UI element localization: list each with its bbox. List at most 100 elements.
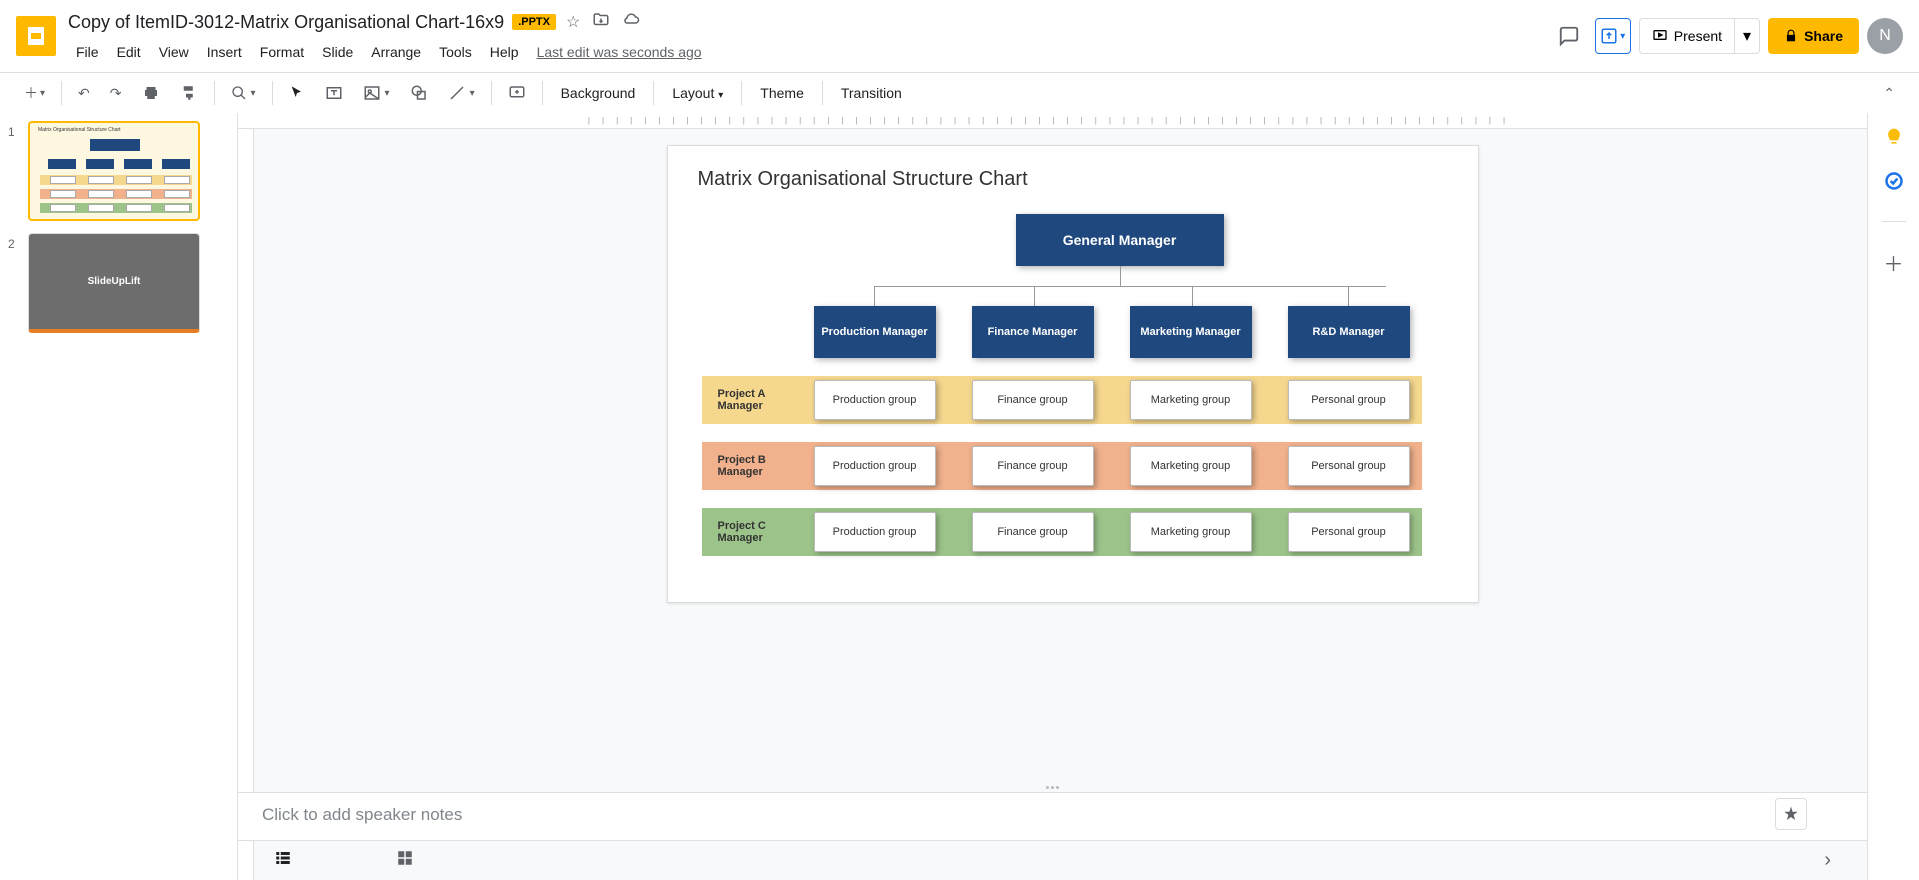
select-tool[interactable] bbox=[281, 81, 313, 105]
org-box-group[interactable]: Personal group bbox=[1288, 446, 1410, 486]
line-icon bbox=[448, 84, 466, 102]
chevron-down-icon: ▾ bbox=[40, 88, 45, 99]
menu-insert[interactable]: Insert bbox=[199, 40, 250, 64]
org-box-manager[interactable]: Finance Manager bbox=[972, 306, 1094, 358]
textbox-icon bbox=[325, 84, 343, 102]
plus-icon: ＋ bbox=[24, 83, 38, 103]
menu-format[interactable]: Format bbox=[252, 40, 312, 64]
star-icon[interactable]: ☆ bbox=[564, 10, 582, 34]
org-box-manager[interactable]: Production Manager bbox=[814, 306, 936, 358]
org-box-group[interactable]: Production group bbox=[814, 512, 936, 552]
org-box-group[interactable]: Personal group bbox=[1288, 512, 1410, 552]
connector-line bbox=[1192, 286, 1193, 306]
menu-help[interactable]: Help bbox=[482, 40, 527, 64]
thumb-label: SlideUpLift bbox=[88, 276, 141, 287]
chevron-down-icon: ▾ bbox=[385, 88, 390, 99]
org-box-group[interactable]: Personal group bbox=[1288, 380, 1410, 420]
paint-roller-icon bbox=[180, 84, 198, 102]
paint-format-button[interactable] bbox=[172, 80, 206, 106]
comments-button[interactable] bbox=[1551, 18, 1587, 54]
org-box-manager[interactable]: R&D Manager bbox=[1288, 306, 1410, 358]
document-title[interactable]: Copy of ItemID-3012-Matrix Organisationa… bbox=[68, 12, 504, 33]
slides-logo[interactable] bbox=[16, 16, 56, 56]
cloud-status-icon[interactable] bbox=[620, 9, 642, 36]
connector-line bbox=[874, 286, 1386, 287]
account-avatar[interactable]: N bbox=[1867, 18, 1903, 54]
keep-icon bbox=[1884, 127, 1904, 147]
textbox-tool[interactable] bbox=[317, 80, 351, 106]
undo-button[interactable]: ↶ bbox=[70, 81, 98, 106]
speaker-notes[interactable]: Click to add speaker notes bbox=[238, 792, 1867, 840]
menu-file[interactable]: File bbox=[68, 40, 107, 64]
shape-tool[interactable] bbox=[402, 80, 436, 106]
undo-icon: ↶ bbox=[78, 85, 90, 102]
new-slide-button[interactable]: ＋▾ bbox=[16, 79, 53, 107]
org-box-group[interactable]: Finance group bbox=[972, 512, 1094, 552]
connector-line bbox=[874, 286, 875, 306]
slide-thumbnail-2[interactable]: SlideUpLift bbox=[28, 233, 200, 333]
menu-tools[interactable]: Tools bbox=[431, 40, 480, 64]
expand-sidepanel-button[interactable]: › bbox=[1812, 843, 1843, 878]
layout-button[interactable]: Layout ▾ bbox=[662, 81, 733, 105]
add-comment-icon bbox=[508, 84, 526, 102]
connector-line bbox=[1034, 286, 1035, 306]
image-tool[interactable]: ▾ bbox=[355, 80, 398, 106]
org-box-group[interactable]: Marketing group bbox=[1130, 446, 1252, 486]
layout-label: Layout bbox=[672, 85, 714, 101]
chevron-down-icon: ▾ bbox=[1620, 31, 1625, 42]
menu-view[interactable]: View bbox=[151, 40, 197, 64]
speaker-notes-placeholder: Click to add speaker notes bbox=[262, 805, 462, 824]
slide-thumbnail-1[interactable]: Matrix Organisational Structure Chart bbox=[28, 121, 200, 221]
chevron-down-icon: ▾ bbox=[718, 90, 723, 101]
print-button[interactable] bbox=[134, 80, 168, 106]
thumb-number: 1 bbox=[8, 121, 28, 221]
ruler-vertical[interactable] bbox=[238, 129, 254, 880]
lock-icon bbox=[1784, 29, 1798, 43]
filmstrip-view-button[interactable] bbox=[262, 843, 304, 878]
grid-view-button[interactable] bbox=[384, 843, 426, 878]
present-dropdown[interactable]: ▾ bbox=[1734, 19, 1759, 53]
project-label: Project C Manager bbox=[702, 520, 798, 544]
org-box-group[interactable]: Marketing group bbox=[1130, 512, 1252, 552]
theme-button[interactable]: Theme bbox=[750, 81, 814, 105]
slide-canvas[interactable]: Matrix Organisational Structure Chart Ge… bbox=[667, 145, 1479, 603]
org-box-manager[interactable]: Marketing Manager bbox=[1130, 306, 1252, 358]
addons-button[interactable]: ＋ bbox=[1882, 250, 1906, 274]
present-button[interactable]: Present bbox=[1640, 19, 1734, 53]
slide-title[interactable]: Matrix Organisational Structure Chart bbox=[698, 168, 1028, 191]
thumb-number: 2 bbox=[8, 233, 28, 333]
collapse-toolbar-button[interactable]: ⌃ bbox=[1875, 81, 1903, 106]
menu-edit[interactable]: Edit bbox=[109, 40, 149, 64]
transition-button[interactable]: Transition bbox=[831, 81, 912, 105]
menu-arrange[interactable]: Arrange bbox=[363, 40, 429, 64]
keep-app-button[interactable] bbox=[1882, 125, 1906, 149]
org-box-group[interactable]: Finance group bbox=[972, 380, 1094, 420]
move-folder-icon[interactable] bbox=[590, 9, 612, 36]
org-box-group[interactable]: Production group bbox=[814, 446, 936, 486]
org-box-group[interactable]: Production group bbox=[814, 380, 936, 420]
explore-button[interactable] bbox=[1775, 798, 1807, 830]
last-edit-link[interactable]: Last edit was seconds ago bbox=[529, 40, 710, 64]
tasks-app-button[interactable] bbox=[1882, 169, 1906, 193]
menubar: File Edit View Insert Format Slide Arran… bbox=[68, 40, 1551, 64]
org-box-general-manager[interactable]: General Manager bbox=[1016, 214, 1224, 266]
comment-tool[interactable] bbox=[500, 80, 534, 106]
filmstrip-panel: 1 Matrix Organisational Structure Chart … bbox=[0, 113, 238, 880]
redo-button[interactable]: ↷ bbox=[102, 81, 130, 106]
menu-slide[interactable]: Slide bbox=[314, 40, 361, 64]
org-box-group[interactable]: Finance group bbox=[972, 446, 1094, 486]
share-button[interactable]: Share bbox=[1768, 18, 1859, 54]
upload-button[interactable]: ▾ bbox=[1595, 18, 1631, 54]
zoom-button[interactable]: ▾ bbox=[223, 81, 264, 105]
org-box-group[interactable]: Marketing group bbox=[1130, 380, 1252, 420]
share-label: Share bbox=[1804, 28, 1843, 44]
ruler-horizontal[interactable]: ||||||||||||||||||||||||||||||||||||||||… bbox=[238, 113, 1867, 129]
cursor-icon bbox=[289, 85, 305, 101]
explore-icon bbox=[1782, 805, 1800, 823]
connector-line bbox=[1120, 266, 1121, 286]
filetype-badge: .PPTX bbox=[512, 14, 556, 30]
project-label: Project A Manager bbox=[702, 388, 798, 412]
background-button[interactable]: Background bbox=[551, 81, 646, 105]
line-tool[interactable]: ▾ bbox=[440, 80, 483, 106]
project-label: Project B Manager bbox=[702, 454, 798, 478]
